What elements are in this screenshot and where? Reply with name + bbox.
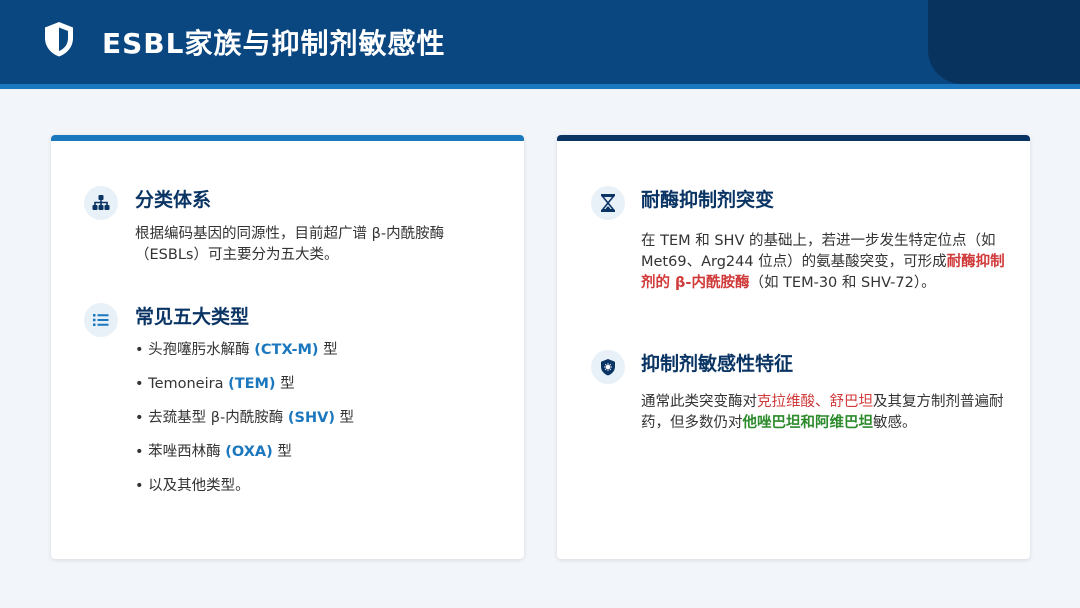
shield-icon [45, 22, 73, 57]
hourglass-icon [591, 186, 625, 220]
sensitivity-text: 通常此类突变酶对克拉维酸、舒巴坦及其复方制剂普遍耐药，但多数仍对他唑巴坦和阿维巴… [641, 394, 1004, 431]
list-icon [84, 303, 118, 337]
classification-title: 分类体系 [135, 189, 212, 211]
header-accent-shape [928, 0, 1080, 84]
hierarchy-icon [84, 186, 118, 220]
header-divider [0, 84, 1080, 89]
mutation-text: 在 TEM 和 SHV 的基础上，若进一步发生特定位点（如 Met69、Arg2… [641, 233, 1005, 291]
header-bar: ESBL家族与抑制剂敏感性 [0, 0, 1080, 84]
types-title: 常见五大类型 [135, 306, 250, 328]
page-title: ESBL家族与抑制剂敏感性 [102, 27, 446, 60]
list-item: • 苯唑西林酶 (OXA) 型 [135, 444, 292, 460]
shield-virus-icon [591, 350, 625, 384]
types-list: • 头孢噻肟水解酶 (CTX-M) 型 • Temoneira (TEM) 型 … [135, 339, 354, 509]
mutation-card: 耐酶抑制剂突变 在 TEM 和 SHV 的基础上，若进一步发生特定位点（如 Me… [557, 135, 1030, 559]
card-top-bar [557, 135, 1030, 141]
sensitivity-title: 抑制剂敏感性特征 [641, 353, 794, 375]
list-item: • 去巯基型 β-内酰胺酶 (SHV) 型 [135, 410, 355, 426]
list-item: • Temoneira (TEM) 型 [135, 376, 295, 392]
card-top-bar [51, 135, 524, 141]
list-item: • 以及其他类型。 [135, 478, 250, 494]
classification-card: 分类体系 根据编码基因的同源性，目前超广谱 β-内酰胺酶（ESBLs）可主要分为… [51, 135, 524, 559]
classification-text: 根据编码基因的同源性，目前超广谱 β-内酰胺酶（ESBLs）可主要分为五大类。 [135, 226, 445, 263]
mutation-title: 耐酶抑制剂突变 [641, 189, 775, 211]
list-item: • 头孢噻肟水解酶 (CTX-M) 型 [135, 342, 338, 358]
